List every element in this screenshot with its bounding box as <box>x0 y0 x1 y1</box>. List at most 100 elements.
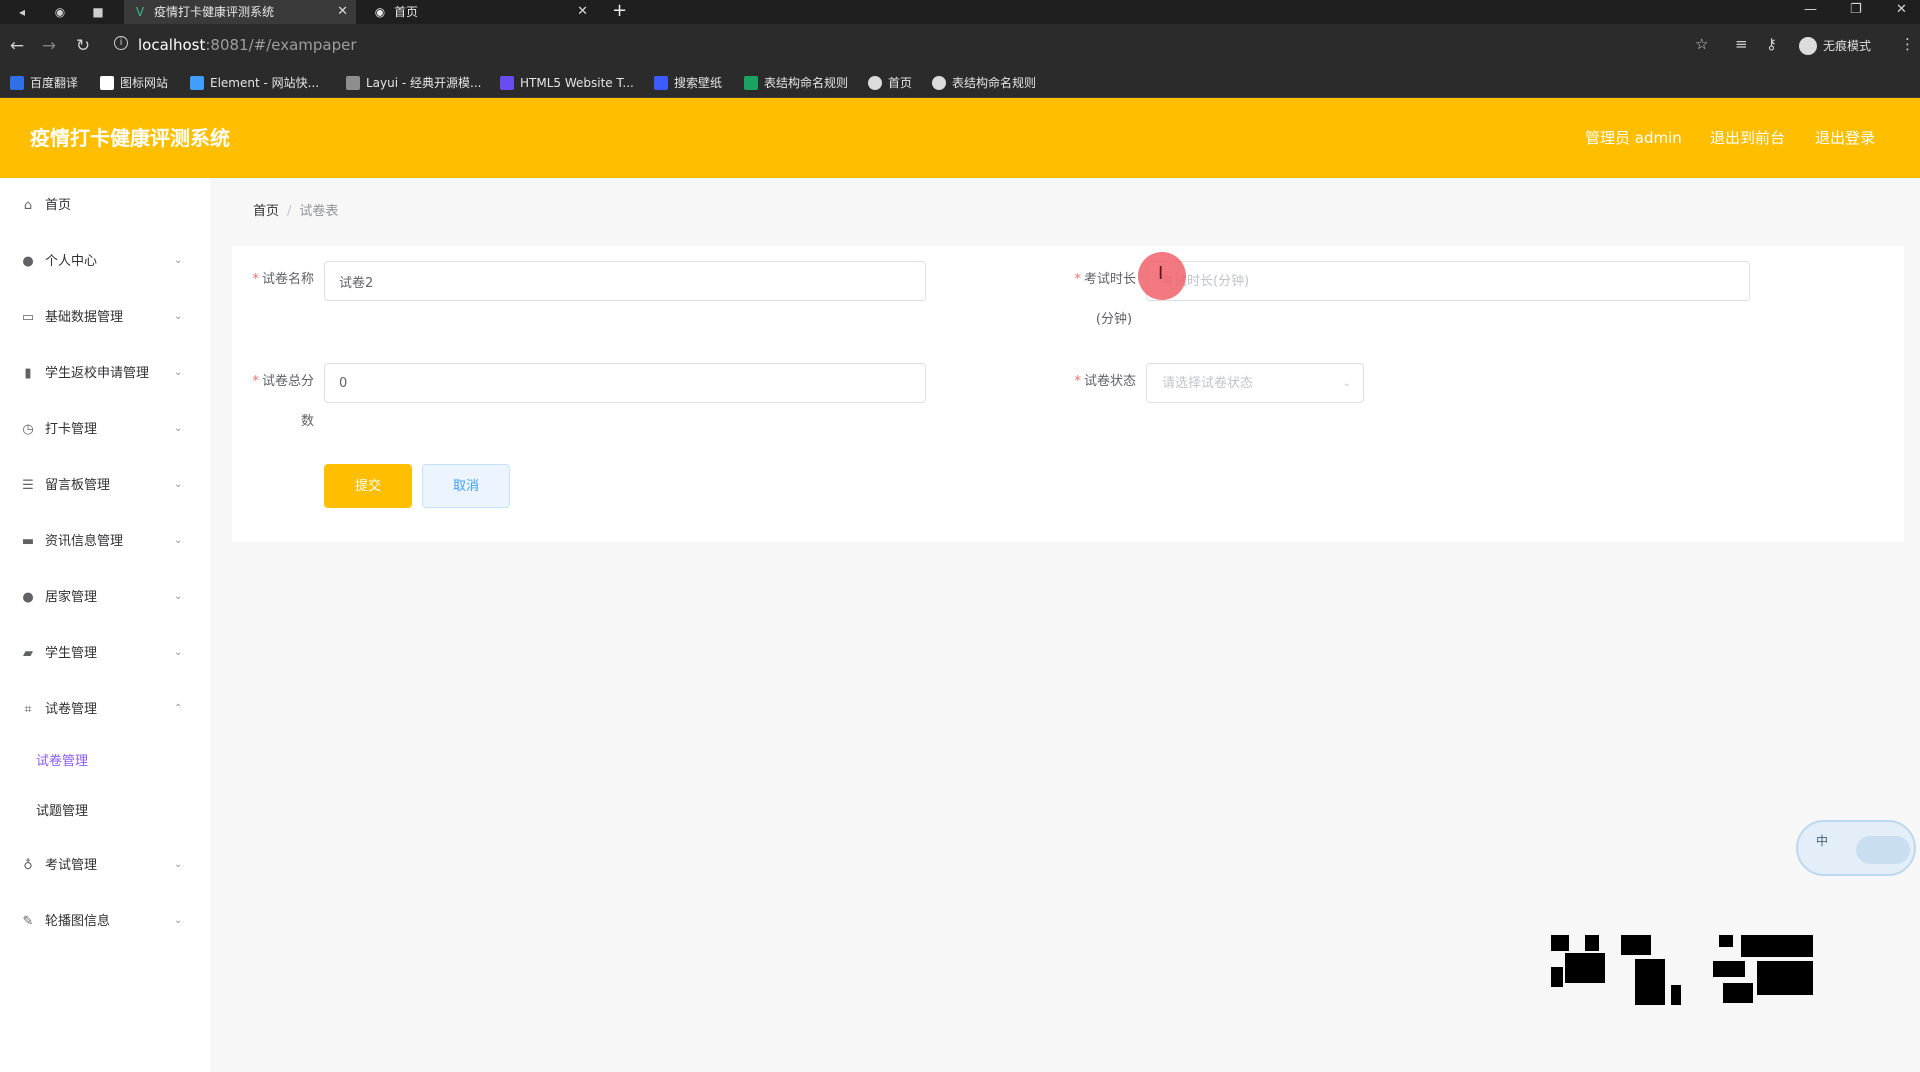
url-rest: :8081/#/exampaper <box>205 36 357 54</box>
browser-tab-active[interactable]: V 疫情打卡健康评测系统 ✕ <box>124 0 356 24</box>
chevron-down-icon: ⌄ <box>174 479 183 490</box>
name-label-text: 试卷名称 <box>261 272 314 287</box>
sidebar-subitem-label: 试题管理 <box>36 804 89 819</box>
sidebar-item-checkin[interactable]: ◷ 打卡管理 ⌄ <box>0 408 210 452</box>
close-tab-icon[interactable]: ✕ <box>337 0 348 24</box>
breadcrumb-home[interactable]: 首页 <box>253 204 279 219</box>
pixelated-watermark <box>1551 935 1813 1005</box>
key-icon[interactable]: ⚷ <box>1766 35 1777 53</box>
ime-mode-label: 中 <box>1816 834 1829 848</box>
bookmark-favicon-icon <box>100 76 114 90</box>
bookmark-item[interactable]: Element - 网站快... <box>190 75 319 91</box>
chevron-down-icon: ⌄ <box>174 859 183 870</box>
forward-icon[interactable]: → <box>38 35 60 57</box>
bookmark-item[interactable]: 表结构命名规则 <box>744 75 848 91</box>
close-tab-icon[interactable]: ✕ <box>577 0 588 24</box>
ime-cloud-icon <box>1856 836 1910 864</box>
url-field[interactable]: localhost:8081/#/exampaper <box>138 36 357 54</box>
bookmark-favicon-icon <box>932 76 946 90</box>
breadcrumb-current: 试卷表 <box>299 204 339 219</box>
browser-tab[interactable]: ◉ 首页 ✕ <box>364 0 596 24</box>
bookmark-label: 首页 <box>888 76 913 90</box>
submit-button[interactable]: 提交 <box>324 464 412 508</box>
sidebar-item-label: 个人中心 <box>45 254 98 269</box>
text-cursor-icon: I <box>1158 263 1164 284</box>
back-to-front-link[interactable]: 退出到前台 <box>1710 128 1785 148</box>
bookmark-label: 图标网站 <box>120 76 169 90</box>
sidebar-item-label: 首页 <box>45 198 72 213</box>
sidebar-item-home-quarantine[interactable]: ● 居家管理 ⌄ <box>0 576 210 620</box>
status-select-placeholder: 请选择试卷状态 <box>1162 376 1254 391</box>
browser-tab-bar: ◂ ◉ ■ V 疫情打卡健康评测系统 ✕ ◉ 首页 ✕ + — ❐ ✕ <box>0 0 1920 24</box>
total-score-label-text: 试卷总分 <box>261 374 314 389</box>
tab-title: 疫情打卡健康评测系统 <box>154 5 275 19</box>
status-select[interactable]: 请选择试卷状态 ⌄ <box>1146 363 1364 403</box>
sidebar-item-students[interactable]: ▰ 学生管理 ⌄ <box>0 632 210 676</box>
close-window-icon[interactable]: ✕ <box>1896 0 1907 20</box>
chevron-down-icon: ⌄ <box>174 367 183 378</box>
bookmark-item[interactable]: 百度翻译 <box>10 75 78 91</box>
bookmark-label: 百度翻译 <box>30 76 79 90</box>
cancel-button[interactable]: 取消 <box>422 464 510 508</box>
bookmark-item[interactable]: 图标网站 <box>100 75 168 91</box>
back-icon[interactable]: ← <box>6 35 28 57</box>
sidebar-item-exam-papers[interactable]: ⌗ 试卷管理 ⌃ <box>0 688 210 732</box>
sidebar-item-carousel[interactable]: ✎ 轮播图信息 ⌄ <box>0 900 210 944</box>
bookmark-item[interactable]: 搜索壁纸 <box>654 75 722 91</box>
bookmark-item[interactable]: 首页 <box>868 75 912 91</box>
reload-icon[interactable]: ↻ <box>72 35 94 57</box>
sidebar-item-label: 学生返校申请管理 <box>45 366 150 381</box>
sidebar-item-label: 考试管理 <box>45 858 98 873</box>
incognito-label: 无痕模式 <box>1823 39 1872 53</box>
sidebar-item-news[interactable]: ▬ 资讯信息管理 ⌄ <box>0 520 210 564</box>
bookmark-favicon-icon <box>868 76 882 90</box>
tab-title: 首页 <box>394 5 419 19</box>
bookmarks-bar: 百度翻译 图标网站 Element - 网站快... Layui - 经典开源模… <box>0 68 1920 98</box>
reading-list-icon[interactable]: ≡ <box>1735 35 1748 53</box>
sidebar-item-basic-data[interactable]: ▭ 基础数据管理 ⌄ <box>0 296 210 340</box>
exam-name-input[interactable] <box>324 261 926 301</box>
restore-icon[interactable]: ❐ <box>1850 0 1862 20</box>
star-icon[interactable]: ☆ <box>1695 35 1708 53</box>
app-header: 疫情打卡健康评测系统 管理员 admin 退出到前台 退出登录 <box>0 98 1920 178</box>
chevron-down-icon: ⌄ <box>174 915 183 926</box>
sidebar: ⌂ 首页 ● 个人中心 ⌄ ▭ 基础数据管理 ⌄ ▮ 学生返校申请管理 ⌄ ◷ … <box>0 178 210 1072</box>
sliders-icon: ☰ <box>22 478 34 493</box>
required-mark: * <box>252 374 259 389</box>
ime-widget[interactable]: 中 <box>1796 820 1916 876</box>
exam-duration-input[interactable] <box>1146 261 1750 301</box>
sidebar-item-message-board[interactable]: ☰ 留言板管理 ⌄ <box>0 464 210 508</box>
window-icon[interactable]: ■ <box>88 2 108 22</box>
bookmark-favicon-icon <box>654 76 668 90</box>
bookmark-item[interactable]: Layui - 经典开源模... <box>346 75 481 91</box>
user-icon: ● <box>22 254 34 269</box>
breadcrumb-separator: / <box>287 204 292 219</box>
vue-logo-icon: V <box>135 5 145 19</box>
sidebar-subitem-exam-paper-manage[interactable]: 试卷管理 <box>0 742 210 782</box>
sidebar-item-return-application[interactable]: ▮ 学生返校申请管理 ⌄ <box>0 352 210 396</box>
chevron-down-icon: ⌄ <box>174 255 183 266</box>
incognito-avatar-icon[interactable] <box>1799 37 1817 55</box>
bookmark-item[interactable]: 表结构命名规则 <box>932 75 1036 91</box>
status-label: * 试卷状态 <box>1066 373 1136 391</box>
mute-icon[interactable]: ◂ <box>12 2 32 22</box>
card-icon: ▭ <box>21 310 35 325</box>
bookmark-label: Element - 网站快... <box>210 76 320 90</box>
sidebar-subitem-question-manage[interactable]: 试题管理 <box>0 792 210 832</box>
bookmark-item[interactable]: HTML5 Website T... <box>500 75 634 91</box>
briefcase-icon: ▰ <box>23 646 33 661</box>
globe-icon[interactable]: ◉ <box>50 2 70 22</box>
logout-link[interactable]: 退出登录 <box>1815 128 1875 148</box>
minimize-icon[interactable]: — <box>1804 0 1817 20</box>
sidebar-item-exams[interactable]: ♁ 考试管理 ⌄ <box>0 844 210 888</box>
sidebar-item-personal-center[interactable]: ● 个人中心 ⌄ <box>0 240 210 284</box>
sidebar-item-label: 轮播图信息 <box>45 914 111 929</box>
menu-dots-icon[interactable]: ⋮ <box>1900 35 1915 53</box>
total-score-input[interactable] <box>324 363 926 403</box>
new-tab-button[interactable]: + <box>612 0 627 22</box>
sidebar-item-home[interactable]: ⌂ 首页 <box>0 184 210 228</box>
monitor-icon: ▬ <box>21 534 35 549</box>
home-icon: ⌂ <box>23 198 33 213</box>
site-info-icon[interactable]: i <box>114 36 128 50</box>
chevron-down-icon: ⌄ <box>174 535 183 546</box>
